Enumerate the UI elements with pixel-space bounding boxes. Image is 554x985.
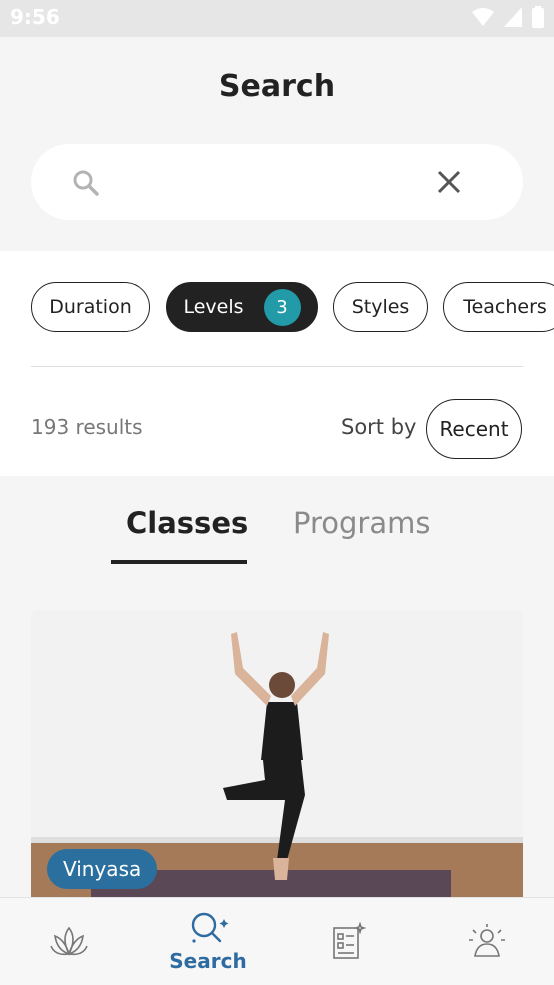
chip-label: Duration	[49, 296, 132, 318]
levels-filter-chip[interactable]: Levels 3	[166, 282, 318, 332]
content-tabs: Classes Programs	[0, 476, 554, 576]
divider	[31, 366, 523, 367]
status-time: 9:56	[10, 5, 60, 29]
signal-icon	[504, 7, 522, 27]
duration-filter-chip[interactable]: Duration	[31, 282, 150, 332]
teachers-filter-chip[interactable]: Teachers	[443, 282, 554, 332]
tab-programs[interactable]: Programs	[293, 506, 430, 540]
search-icon	[73, 170, 99, 196]
search-bar[interactable]	[31, 144, 523, 220]
nav-item-search[interactable]: Search	[139, 898, 277, 985]
wifi-icon	[472, 8, 494, 26]
class-card[interactable]: Vinyasa	[31, 610, 523, 910]
active-tab-indicator	[111, 560, 247, 564]
tab-classes[interactable]: Classes	[126, 506, 248, 540]
page-title: Search	[218, 69, 336, 104]
meditation-icon	[469, 923, 505, 957]
chip-label: Styles	[351, 296, 410, 318]
sort-button[interactable]: Recent	[426, 399, 522, 459]
nav-item-profile[interactable]	[418, 898, 554, 985]
sort-label: Sort by	[341, 415, 417, 439]
chip-label: Levels	[183, 296, 244, 318]
search-sparkle-icon	[191, 912, 229, 943]
status-bar: 9:56	[0, 0, 554, 37]
filter-count-badge: 3	[263, 288, 301, 326]
checklist-icon	[333, 921, 366, 959]
bottom-navigation: Search	[0, 897, 554, 985]
styles-filter-chip[interactable]: Styles	[333, 282, 428, 332]
chip-label: Teachers	[463, 296, 547, 318]
search-input[interactable]	[111, 162, 435, 204]
close-icon[interactable]	[435, 168, 463, 196]
style-badge: Vinyasa	[47, 849, 158, 889]
status-icons	[472, 6, 544, 28]
search-header: Search	[0, 37, 554, 251]
nav-item-programs[interactable]	[279, 898, 417, 985]
battery-icon	[532, 6, 544, 28]
results-count: 193 results	[31, 415, 143, 439]
nav-item-label: Search	[169, 948, 247, 973]
nav-item-home[interactable]	[0, 898, 138, 985]
filter-panel: Duration Levels 3 Styles Teachers 193 re…	[0, 251, 554, 476]
lotus-icon	[50, 926, 88, 956]
